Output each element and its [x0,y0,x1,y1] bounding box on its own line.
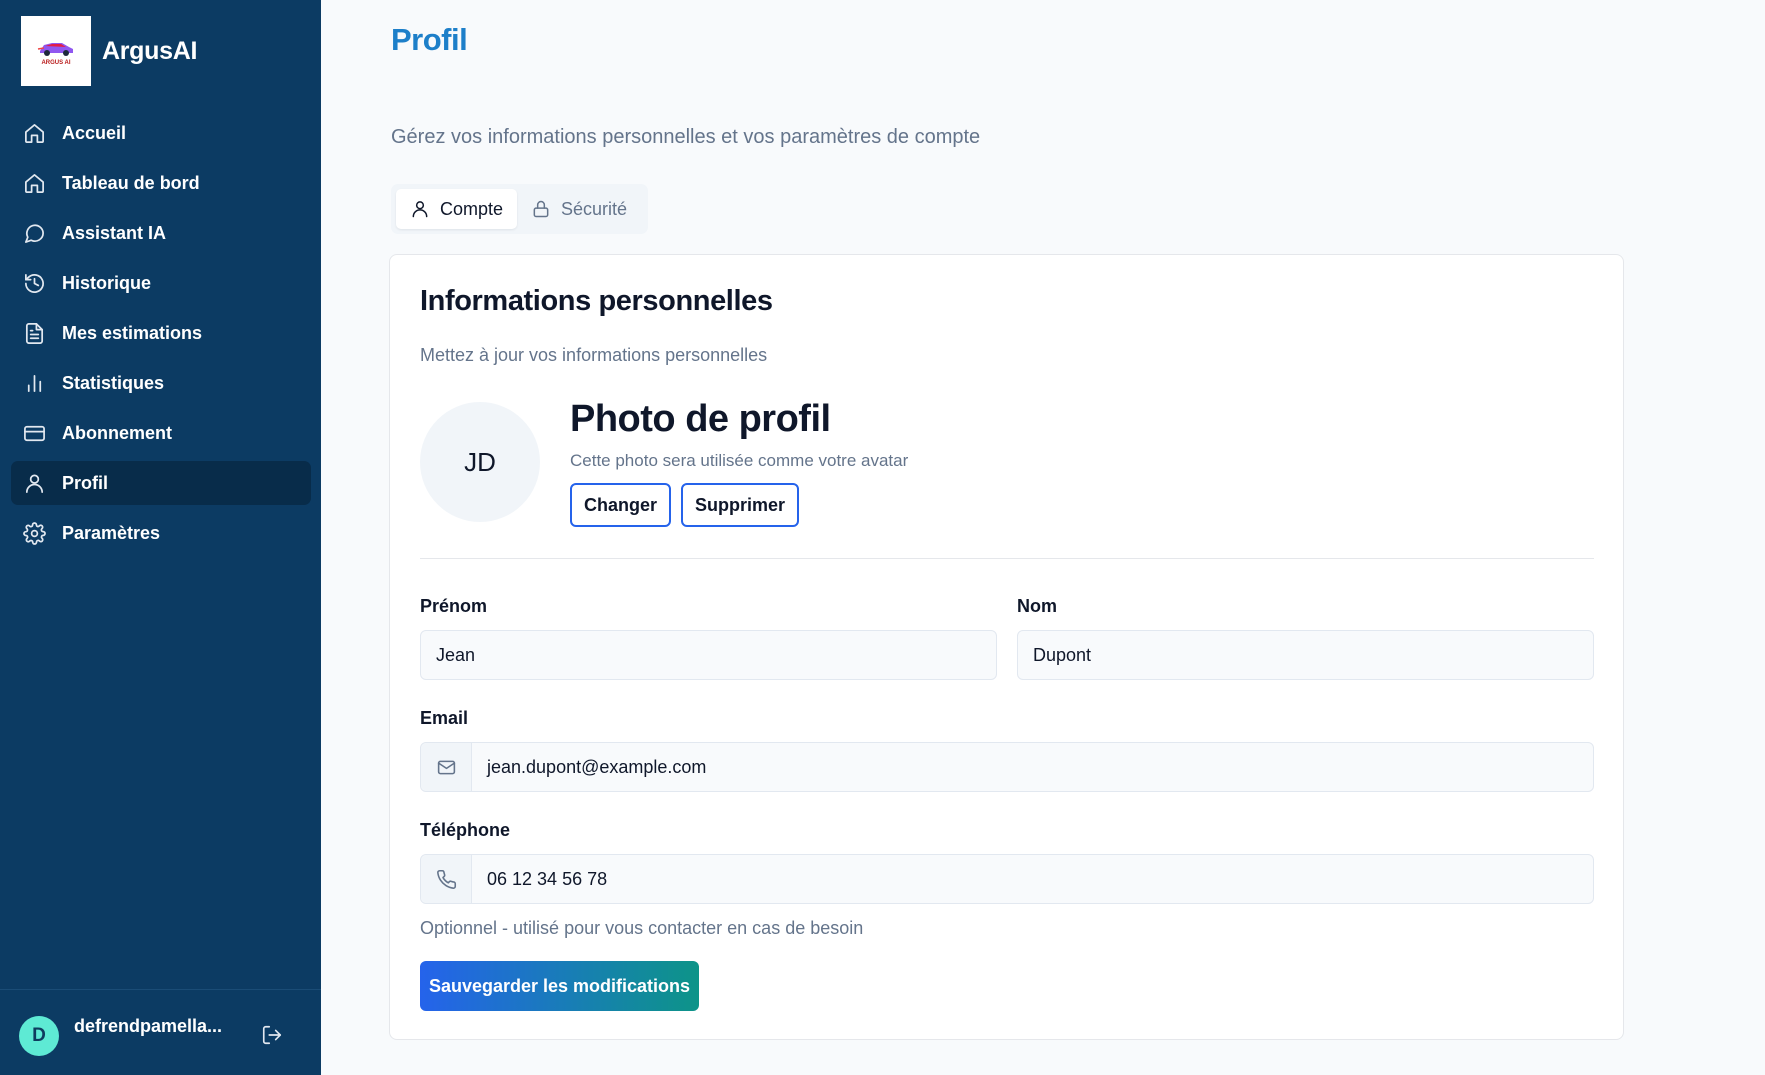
main-content: Profil Gérez vos informations personnell… [321,0,1765,1075]
sidebar-item-label: Statistiques [62,372,165,393]
email-field[interactable]: jean.dupont@example.com [420,742,1594,792]
sidebar-item-label: Tableau de bord [62,172,200,193]
sidebar-item-label: Accueil [62,122,127,143]
car-logo-icon [37,42,73,56]
credit-card-icon [22,421,46,445]
photo-description: Cette photo sera utilisée comme votre av… [570,451,909,470]
sidebar-item-historique[interactable]: Historique [11,261,311,305]
phone-icon [421,855,472,903]
change-photo-button[interactable]: Changer [570,483,671,527]
email-label: Email [420,708,469,728]
sidebar-item-assistant-ia[interactable]: Assistant IA [11,211,311,255]
phone-label: Téléphone [420,820,511,840]
last-name-field[interactable]: Dupont [1017,630,1594,680]
card-title: Informations personnelles [420,285,773,317]
divider [420,558,1594,559]
home-icon [22,121,46,145]
first-name-field[interactable]: Jean [420,630,997,680]
lock-icon [533,200,549,218]
user-icon [22,471,46,495]
document-icon [22,321,46,345]
sidebar-item-label: Paramètres [62,522,161,543]
profile-avatar: JD [420,402,540,522]
logout-icon[interactable] [261,1024,285,1048]
history-icon [22,271,46,295]
tab-label: Compte [440,198,504,219]
sidebar-user-footer: D defrendpamella... [0,989,321,1075]
app-name: ArgusAI [102,36,198,65]
photo-title: Photo de profil [570,398,831,440]
logo-text: ARGUS AI [41,59,71,66]
email-value: jean.dupont@example.com [487,756,707,777]
page-title: Profil [391,22,468,57]
phone-helper-text: Optionnel - utilisé pour vous contacter … [420,918,864,938]
phone-field[interactable]: 06 12 34 56 78 [420,854,1594,904]
sidebar-item-label: Assistant IA [62,222,167,243]
gear-icon [22,521,46,545]
bar-chart-icon [22,371,46,395]
last-name-label: Nom [1017,596,1057,616]
tab-label: Sécurité [561,198,628,219]
phone-value: 06 12 34 56 78 [487,868,608,889]
tab-securite[interactable]: Sécurité [517,189,641,229]
sidebar-item-label: Mes estimations [62,322,203,343]
tab-compte[interactable]: Compte [396,189,518,229]
personal-info-card: Informations personnelles Mettez à jour … [389,254,1624,1040]
first-name-label: Prénom [420,596,488,616]
sidebar: ARGUS AI ArgusAI Accueil Tableau de bord… [0,0,321,1075]
sidebar-item-parametres[interactable]: Paramètres [11,511,311,555]
save-button[interactable]: Sauvegarder les modifications [420,961,699,1011]
avatar[interactable]: D [19,1016,59,1056]
sidebar-item-label: Abonnement [62,422,172,443]
sidebar-item-accueil[interactable]: Accueil [11,111,311,155]
sidebar-nav: Accueil Tableau de bord Assistant IA His… [11,111,311,561]
page-subtitle: Gérez vos informations personnelles et v… [391,126,981,148]
sidebar-item-mes-estimations[interactable]: Mes estimations [11,311,311,355]
brand[interactable]: ARGUS AI ArgusAI [21,16,197,86]
sidebar-item-label: Historique [62,272,152,293]
sidebar-item-label: Profil [62,472,109,493]
chat-bubble-icon [22,221,46,245]
mail-icon [421,743,472,791]
card-description: Mettez à jour vos informations personnel… [420,345,768,365]
argusai-logo: ARGUS AI [21,16,91,86]
sidebar-item-statistiques[interactable]: Statistiques [11,361,311,405]
user-name: defrendpamella... [74,1016,223,1036]
sidebar-item-abonnement[interactable]: Abonnement [11,411,311,455]
profile-tabs: Compte Sécurité [391,184,648,234]
sidebar-item-profil[interactable]: Profil [11,461,311,505]
sidebar-item-tableau-de-bord[interactable]: Tableau de bord [11,161,311,205]
delete-photo-button[interactable]: Supprimer [681,483,799,527]
user-icon [412,201,428,218]
home-icon [22,171,46,195]
